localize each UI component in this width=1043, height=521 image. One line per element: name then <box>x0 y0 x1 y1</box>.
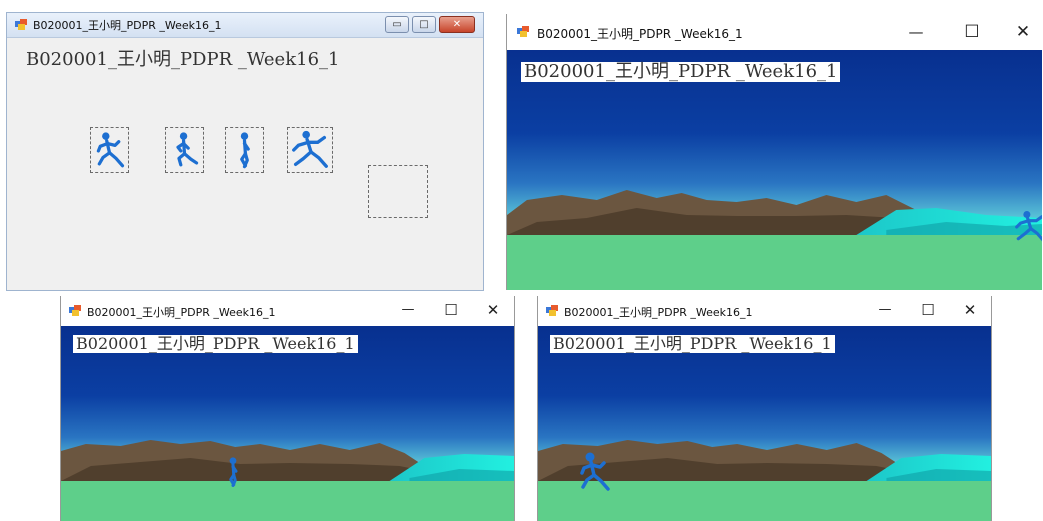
close-icon: ✕ <box>1015 22 1031 42</box>
minimize-button[interactable]: ▭ <box>385 16 409 33</box>
window-title: B020001_王小明_PDPR _Week16_1 <box>87 306 276 319</box>
runner-frame-2-icon <box>176 132 199 167</box>
landscape-background <box>61 326 514 521</box>
maximize-icon: □ <box>419 19 429 30</box>
game-scene: B020001_王小明_PDPR _Week16_1 <box>507 50 1042 290</box>
run-window-3: B020001_王小明_PDPR _Week16_1 — ☐ ✕ B020001… <box>537 296 992 521</box>
game-scene: B020001_王小明_PDPR _Week16_1 <box>61 326 514 521</box>
maximize-icon: ☐ <box>964 22 980 42</box>
maximize-button[interactable]: □ <box>412 16 436 33</box>
picturebox-frame-1[interactable] <box>90 127 129 173</box>
windows-form-icon <box>517 26 529 37</box>
picturebox-frame-4[interactable] <box>287 127 333 173</box>
runner-frame-1-icon <box>96 132 125 168</box>
title-bar[interactable]: B020001_王小明_PDPR _Week16_1 — ☐ ✕ <box>61 296 514 326</box>
maximize-icon: ☐ <box>444 301 458 319</box>
designer-window: B020001_王小明_PDPR _Week16_1 ▭ □ ✕ B020001… <box>6 12 484 291</box>
close-button[interactable]: ✕ <box>439 16 475 33</box>
minimize-icon: ▭ <box>392 19 402 30</box>
close-button[interactable]: ✕ <box>959 301 981 319</box>
game-scene: B020001_王小明_PDPR _Week16_1 <box>538 326 991 521</box>
minimize-icon: — <box>908 23 924 41</box>
run-window-2: B020001_王小明_PDPR _Week16_1 — ☐ ✕ B020001… <box>60 296 515 521</box>
runner-sprite <box>580 452 610 491</box>
form-label: B020001_王小明_PDPR _Week16_1 <box>26 49 340 70</box>
minimize-button[interactable]: — <box>397 302 419 317</box>
form-label: B020001_王小明_PDPR _Week16_1 <box>521 62 841 82</box>
maximize-button[interactable]: ☐ <box>959 22 985 42</box>
windows-form-icon <box>546 305 558 316</box>
run-window-1: B020001_王小明_PDPR _Week16_1 — ☐ ✕ B020001… <box>506 14 1042 290</box>
picturebox-frame-2[interactable] <box>165 127 204 173</box>
close-icon: ✕ <box>452 19 462 30</box>
windows-form-icon <box>15 19 27 30</box>
close-icon: ✕ <box>963 301 977 319</box>
runner-frame-4-icon <box>292 130 328 168</box>
runner-frame-3-icon <box>240 132 250 169</box>
maximize-button[interactable]: ☐ <box>917 301 939 319</box>
window-title: B020001_王小明_PDPR _Week16_1 <box>33 19 222 32</box>
title-bar[interactable]: B020001_王小明_PDPR _Week16_1 ▭ □ ✕ <box>7 13 483 38</box>
close-button[interactable]: ✕ <box>482 301 504 319</box>
close-icon: ✕ <box>486 301 500 319</box>
maximize-icon: ☐ <box>921 301 935 319</box>
form-label: B020001_王小明_PDPR _Week16_1 <box>73 335 358 353</box>
close-button[interactable]: ✕ <box>1010 22 1036 42</box>
picturebox-frame-3[interactable] <box>225 127 264 173</box>
picturebox-empty[interactable] <box>368 165 428 218</box>
minimize-button[interactable]: — <box>874 302 896 317</box>
title-bar[interactable]: B020001_王小明_PDPR _Week16_1 — ☐ ✕ <box>507 14 1042 50</box>
minimize-button[interactable]: — <box>903 23 929 41</box>
windows-form-icon <box>69 305 81 316</box>
minimize-icon: — <box>878 302 892 317</box>
minimize-icon: — <box>401 302 415 317</box>
window-title: B020001_王小明_PDPR _Week16_1 <box>537 27 743 41</box>
title-bar[interactable]: B020001_王小明_PDPR _Week16_1 — ☐ ✕ <box>538 296 991 326</box>
runner-sprite <box>229 457 238 487</box>
form-label: B020001_王小明_PDPR _Week16_1 <box>550 335 835 353</box>
window-title: B020001_王小明_PDPR _Week16_1 <box>564 306 753 319</box>
maximize-button[interactable]: ☐ <box>440 301 462 319</box>
runner-sprite <box>1015 210 1042 242</box>
landscape-background <box>507 50 1042 290</box>
